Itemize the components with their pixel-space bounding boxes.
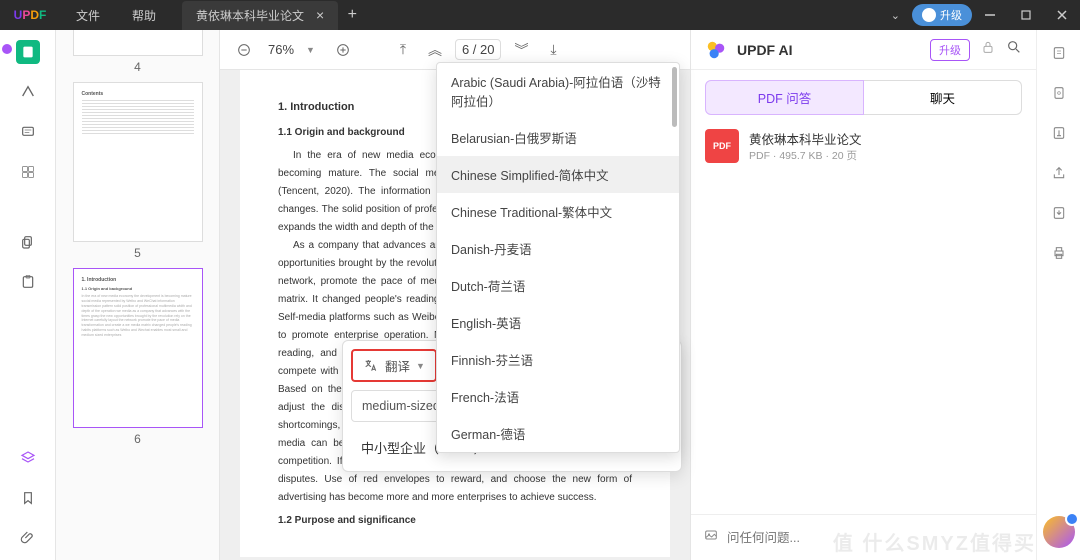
print-icon[interactable]: [1048, 242, 1070, 264]
lock-icon: [980, 39, 996, 60]
file-info-card[interactable]: PDF 黄依琳本科毕业论文 PDF · 495.7 KB · 20 页: [691, 115, 1036, 177]
thumb-number: 4: [66, 60, 209, 74]
last-page-button[interactable]: ⤓: [541, 38, 565, 62]
ai-panel-title: UPDF AI: [737, 42, 920, 58]
paste-icon[interactable]: [16, 270, 40, 294]
accent-dot-icon: [2, 44, 12, 54]
close-window-button[interactable]: [1044, 0, 1080, 30]
next-page-button[interactable]: ︾: [509, 38, 533, 62]
bookmark-list-icon[interactable]: [16, 160, 40, 184]
prev-page-button[interactable]: ︽: [423, 38, 447, 62]
page-thumbnail[interactable]: [73, 30, 203, 56]
language-dropdown: Arabic (Saudi Arabia)-阿拉伯语（沙特阿拉伯） Belaru…: [436, 62, 680, 453]
thumbnail-panel: 4 Contents 5 1. Introduction 1.1 Origin …: [56, 30, 220, 560]
chevron-down-icon[interactable]: ⌄: [879, 9, 912, 22]
export-icon[interactable]: [1048, 202, 1070, 224]
new-tab-button[interactable]: +: [338, 6, 366, 24]
attachment-icon[interactable]: [16, 526, 40, 550]
maximize-button[interactable]: [1008, 0, 1044, 30]
lang-option[interactable]: Dutch-荷兰语: [437, 267, 679, 304]
app-logo: UPDF: [0, 8, 60, 22]
page-thumbnail[interactable]: Contents: [73, 82, 203, 242]
scrollbar[interactable]: [672, 67, 677, 127]
upgrade-button[interactable]: 升级: [912, 4, 972, 26]
upgrade-badge-icon: [922, 8, 936, 22]
ai-chat-input[interactable]: [727, 531, 1024, 545]
zoom-out-button[interactable]: [232, 38, 256, 62]
highlight-icon[interactable]: [16, 80, 40, 104]
zoom-dropdown-icon[interactable]: ▼: [306, 45, 323, 55]
heading-purpose: 1.2 Purpose and significance: [278, 512, 632, 530]
page-thumbnail-selected[interactable]: 1. Introduction 1.1 Origin and backgroun…: [73, 268, 203, 428]
lang-option[interactable]: Chinese Traditional-繁体中文: [437, 193, 679, 230]
pdf-file-icon: PDF: [705, 129, 739, 163]
notification-dot-icon: [1065, 512, 1079, 526]
translate-label: 翻译: [385, 356, 410, 375]
edit-icon[interactable]: [1048, 42, 1070, 64]
upgrade-label: 升级: [940, 7, 962, 23]
translate-button[interactable]: 翻译 ▼: [351, 349, 437, 382]
file-name: 黄依琳本科毕业论文: [749, 129, 862, 148]
bookmark-icon[interactable]: [16, 486, 40, 510]
copy-icon[interactable]: [16, 230, 40, 254]
tab-title: 黄依琳本科毕业论文: [196, 7, 304, 24]
updf-ai-logo-icon: [705, 39, 727, 61]
menu-file[interactable]: 文件: [60, 7, 116, 24]
translate-icon: [363, 358, 379, 374]
thumb-number: 6: [66, 432, 209, 446]
share-icon[interactable]: [1048, 162, 1070, 184]
tab-pdf-qa[interactable]: PDF 问答: [705, 80, 864, 115]
document-tab[interactable]: 黄依琳本科毕业论文 ×: [182, 1, 338, 30]
thumbnails-icon[interactable]: [16, 40, 40, 64]
zoom-in-button[interactable]: [331, 38, 355, 62]
lang-option[interactable]: English-英语: [437, 304, 679, 341]
lang-option[interactable]: German-德语: [437, 415, 679, 452]
file-meta: PDF · 495.7 KB · 20 页: [749, 148, 862, 163]
ai-assistant-orb[interactable]: [1043, 516, 1075, 548]
search-icon[interactable]: [1006, 39, 1022, 60]
lang-option[interactable]: French-法语: [437, 378, 679, 415]
first-page-button[interactable]: ⤒: [391, 38, 415, 62]
tab-chat[interactable]: 聊天: [864, 80, 1022, 115]
crop-icon[interactable]: [1048, 82, 1070, 104]
lang-option[interactable]: Finnish-芬兰语: [437, 341, 679, 378]
page-indicator[interactable]: 6 / 20: [455, 39, 502, 60]
lang-option[interactable]: Chinese Simplified-简体中文: [437, 156, 679, 193]
chevron-down-icon: ▼: [416, 361, 425, 371]
ocr-icon[interactable]: [1048, 122, 1070, 144]
comment-icon[interactable]: [16, 120, 40, 144]
lang-option[interactable]: Arabic (Saudi Arabia)-阿拉伯语（沙特阿拉伯）: [437, 63, 679, 119]
ai-upgrade-button[interactable]: 升级: [930, 39, 970, 61]
lang-option[interactable]: Belarusian-白俄罗斯语: [437, 119, 679, 156]
close-icon[interactable]: ×: [316, 7, 324, 23]
thumb-number: 5: [66, 246, 209, 260]
lang-option[interactable]: Danish-丹麦语: [437, 230, 679, 267]
layers-icon[interactable]: [16, 446, 40, 470]
minimize-button[interactable]: [972, 0, 1008, 30]
menu-help[interactable]: 帮助: [116, 7, 172, 24]
zoom-value: 76%: [264, 42, 298, 57]
attach-icon[interactable]: [703, 527, 719, 548]
